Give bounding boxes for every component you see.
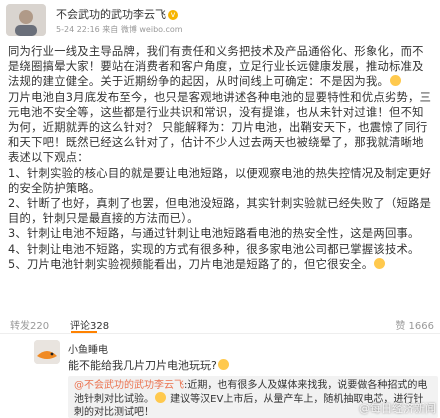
action-bar: 转发220 评论328 赞 1666 bbox=[0, 314, 440, 334]
like-tab[interactable]: 赞 1666 bbox=[395, 317, 434, 332]
post-paragraph: 1、针刺实验的核心目的就是要让电池短路，以便观察电池的热失控情况及制定更好的安全… bbox=[8, 166, 432, 195]
commenter-name[interactable]: 小鱼睡电 bbox=[68, 341, 108, 356]
post-paragraph: 5、刀片电池针刺实验视频能看出，刀片电池是短路了的，但它很安全。 bbox=[8, 257, 434, 272]
commenter-avatar[interactable] bbox=[34, 340, 60, 364]
comment-text: 能不能给我几片刀片电池玩玩? bbox=[68, 357, 230, 373]
author-name[interactable]: 不会武功的武功李云飞 v bbox=[56, 6, 178, 22]
comment-tab[interactable]: 评论328 bbox=[70, 317, 109, 332]
watermark: @每日经济新闻 bbox=[359, 402, 436, 415]
comment-item: 小鱼睡电 能不能给我几片刀片电池玩玩? @不会武功的武功李云飞:近期，也有很多人… bbox=[0, 336, 440, 418]
verified-badge-icon: v bbox=[168, 10, 178, 20]
emoji-icon bbox=[155, 392, 166, 403]
post-meta: 5-24 22:16 来自 微博 weibo.com bbox=[56, 25, 183, 34]
post-paragraph: 同为行业一线及主导品牌，我们有责任和义务把技术及产品通俗化、形象化，而不是绕圈搞… bbox=[8, 45, 424, 89]
post-paragraph: 2、针断了也好，真刺了也罢，但电池没短路，其实针刺实验就已经失败了（短路是目的，… bbox=[8, 197, 432, 226]
emoji-icon bbox=[217, 359, 229, 370]
reply-author-link[interactable]: @不会武功的武功李云飞 bbox=[74, 380, 184, 391]
post-paragraph: 3、针刺让电池不短路，与通过针刺让电池短路看电池的热安全性，这是两回事。 bbox=[8, 227, 420, 241]
post-content: 同为行业一线及主导品牌，我们有责任和义务把技术及产品通俗化、形象化，而不是绕圈搞… bbox=[8, 44, 434, 272]
author-avatar[interactable] bbox=[6, 4, 46, 36]
post-paragraph: 4、针刺让电池不短路，实现的方式有很多种，很多家电池公司都已掌握该技术。 bbox=[8, 242, 420, 256]
post-paragraph: 刀片电池自3月底发布至今，也只是客观地讲述各种电池的显要特性和优点劣势，三元电池… bbox=[8, 90, 432, 165]
emoji-icon bbox=[374, 257, 386, 269]
post-header: 不会武功的武功李云飞 v 5-24 22:16 来自 微博 weibo.com bbox=[0, 0, 440, 40]
repost-tab[interactable]: 转发220 bbox=[10, 317, 49, 332]
active-tab-indicator bbox=[71, 331, 97, 333]
emoji-icon bbox=[390, 75, 402, 87]
